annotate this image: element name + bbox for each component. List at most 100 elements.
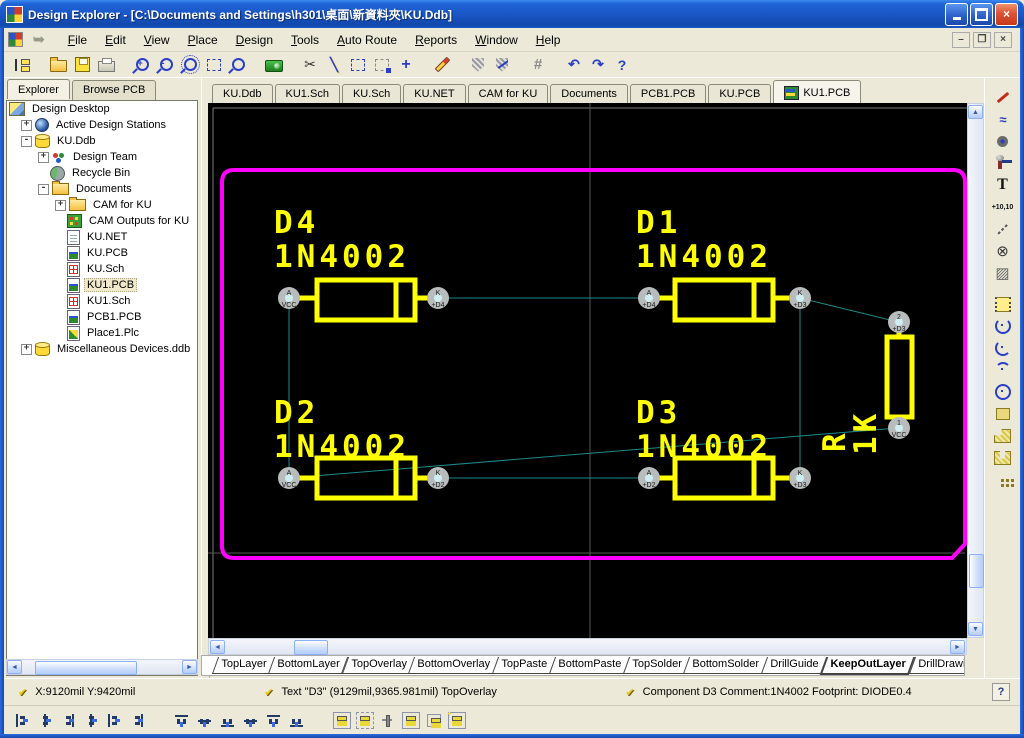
designator-text[interactable]: D2 — [274, 395, 319, 431]
place-polygon-button[interactable] — [990, 425, 1016, 447]
tree-item-active-design-stations[interactable]: Active Design Stations — [7, 117, 197, 133]
shield-remove-button[interactable] — [490, 54, 514, 76]
place-coordinate-button[interactable]: +10,10 — [990, 196, 1016, 218]
deselect-button[interactable] — [370, 54, 394, 76]
wizard-button[interactable] — [430, 54, 454, 76]
tree-item-documents[interactable]: Documents — [7, 181, 197, 197]
tree-item-misc-devices-ddb[interactable]: Miscellaneous Devices.ddb — [7, 341, 197, 357]
tab-browse-pcb[interactable]: Browse PCB — [72, 80, 156, 100]
expand-vertical-spacing-button[interactable] — [262, 710, 285, 731]
help-button[interactable]: ? — [610, 54, 634, 76]
place-arc-center-button[interactable] — [990, 337, 1016, 359]
place-interactive-route-button[interactable]: ≈ — [990, 108, 1016, 130]
scroll-thumb[interactable] — [294, 640, 328, 655]
layer-tab-toplayer[interactable]: TopLayer — [212, 657, 275, 674]
expand-icon[interactable] — [38, 152, 49, 163]
mdi-close-button[interactable]: × — [994, 32, 1012, 48]
zoom-point-button[interactable] — [226, 54, 250, 76]
arrange-in-room-button[interactable] — [330, 710, 353, 731]
select-connection-button[interactable]: ╲ — [322, 54, 346, 76]
scroll-right-arrow[interactable]: ► — [182, 660, 197, 674]
placement-grid-button[interactable] — [376, 710, 399, 731]
doc-tab-ku-ddb[interactable]: KU.Ddb — [212, 84, 273, 103]
place-pad-button[interactable] — [990, 130, 1016, 152]
place-split-plane-button[interactable] — [990, 447, 1016, 469]
scroll-left-arrow[interactable]: ◄ — [210, 640, 225, 654]
zoom-window-button[interactable] — [178, 54, 202, 76]
scroll-up-arrow[interactable]: ▲ — [968, 105, 983, 119]
tree-item-cam-outputs-for-ku[interactable]: CAM Outputs for KU — [7, 213, 197, 229]
doc-tab-ku-sch[interactable]: KU.Sch — [342, 84, 401, 103]
doc-tab-pcb1-pcb[interactable]: PCB1.PCB — [630, 84, 706, 103]
print-button[interactable] — [94, 54, 118, 76]
mdi-restore-button[interactable]: ❐ — [973, 32, 991, 48]
tree-item-ku1-sch[interactable]: KU1.Sch — [7, 293, 197, 309]
undo-button[interactable]: ↶ — [562, 54, 586, 76]
space-vertical-equal-button[interactable] — [239, 710, 262, 731]
place-arc-edge-button[interactable] — [990, 315, 1016, 337]
menu-file[interactable]: File — [59, 31, 96, 49]
move-to-grid-button[interactable] — [399, 710, 422, 731]
grid-toggle-button[interactable]: # — [526, 54, 550, 76]
designator-text[interactable]: D3 — [636, 395, 681, 431]
save-button[interactable] — [70, 54, 94, 76]
place-array-button[interactable] — [990, 469, 1016, 491]
menu-design[interactable]: Design — [227, 31, 282, 49]
menu-place[interactable]: Place — [179, 31, 227, 49]
zoom-in-button[interactable]: + — [130, 54, 154, 76]
tree-item-ku-ddb[interactable]: KU.Ddb — [7, 133, 197, 149]
layer-tab-bottompaste[interactable]: BottomPaste — [549, 657, 630, 674]
place-dimension-button[interactable] — [990, 218, 1016, 240]
design-manager-button[interactable] — [10, 54, 34, 76]
place-fill-button[interactable] — [990, 403, 1016, 425]
place-keepout-button[interactable]: ⊗ — [990, 240, 1016, 262]
browse-camera-button[interactable] — [262, 54, 286, 76]
layer-tab-drilldrawing[interactable]: DrillDrawing — [909, 657, 966, 674]
scroll-thumb[interactable] — [35, 661, 137, 675]
tree-item-cam-for-ku[interactable]: CAM for KU — [7, 197, 197, 213]
menu-help[interactable]: Help — [527, 31, 570, 49]
place-fill-hatched-button[interactable]: ▨ — [990, 262, 1016, 284]
status-help-button[interactable]: ? — [992, 683, 1010, 701]
menu-auto-route[interactable]: Auto Route — [328, 31, 406, 49]
layer-tab-toppaste[interactable]: TopPaste — [492, 657, 556, 674]
align-top-button[interactable] — [170, 710, 193, 731]
tree-item-design-desktop[interactable]: Design Desktop — [7, 101, 197, 117]
place-track-button[interactable] — [990, 86, 1016, 108]
tree-item-place1-plc[interactable]: Place1.Plc — [7, 325, 197, 341]
place-string-button[interactable]: T — [990, 174, 1016, 196]
redo-button[interactable]: ↷ — [586, 54, 610, 76]
shrink-vertical-spacing-button[interactable] — [285, 710, 308, 731]
menu-tools[interactable]: Tools — [282, 31, 328, 49]
expand-horizontal-spacing-button[interactable] — [102, 710, 125, 731]
down-arrow-icon[interactable]: ➥ — [33, 31, 45, 48]
expand-icon[interactable] — [21, 120, 32, 131]
mdi-minimize-button[interactable]: – — [952, 32, 970, 48]
shrink-horizontal-spacing-button[interactable] — [125, 710, 148, 731]
zoom-out-button[interactable]: - — [154, 54, 178, 76]
zoom-area-button[interactable] — [202, 54, 226, 76]
menu-edit[interactable]: Edit — [96, 31, 135, 49]
shield-apply-button[interactable] — [466, 54, 490, 76]
cut-button[interactable]: ✂ — [298, 54, 322, 76]
space-horizontal-equal-button[interactable] — [79, 710, 102, 731]
designator-text[interactable]: D1 — [636, 205, 681, 241]
comment-text[interactable]: 1N4002 — [636, 239, 772, 275]
doc-tab-documents[interactable]: Documents — [550, 84, 628, 103]
arrange-in-rectangle-button[interactable] — [353, 710, 376, 731]
component-placement-button[interactable] — [422, 710, 445, 731]
place-arc-angle-button[interactable] — [990, 359, 1016, 381]
place-component-button[interactable] — [990, 293, 1016, 315]
scroll-left-arrow[interactable]: ◄ — [7, 660, 22, 674]
align-bottom-button[interactable] — [216, 710, 239, 731]
maximize-button[interactable] — [970, 3, 993, 26]
layer-tab-topsolder[interactable]: TopSolder — [623, 657, 691, 674]
tab-explorer[interactable]: Explorer — [7, 79, 70, 99]
place-full-circle-button[interactable] — [990, 381, 1016, 403]
minimize-button[interactable] — [945, 3, 968, 26]
align-left-button[interactable] — [10, 710, 33, 731]
layer-tab-bottomoverlay[interactable]: BottomOverlay — [408, 657, 499, 674]
layer-tab-bottomsolder[interactable]: BottomSolder — [683, 657, 768, 674]
align-middle-button[interactable] — [193, 710, 216, 731]
tree-item-design-team[interactable]: Design Team — [7, 149, 197, 165]
